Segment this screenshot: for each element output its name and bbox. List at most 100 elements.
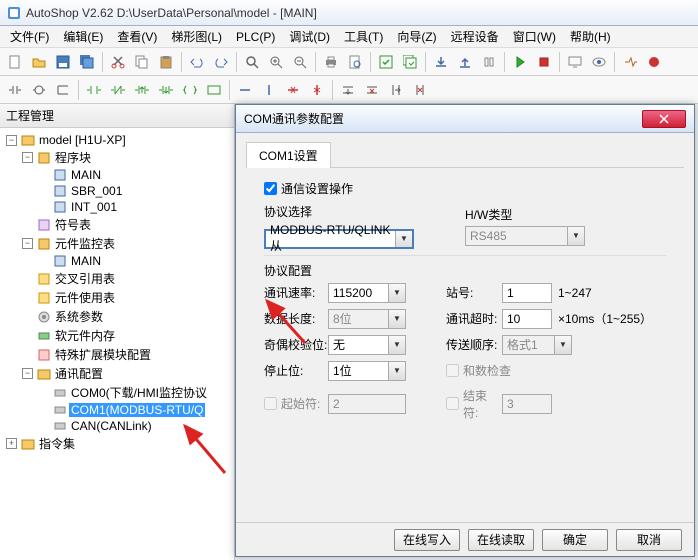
tb2-delete-row-icon[interactable]	[361, 79, 383, 101]
tree-usage[interactable]: 元件使用表	[22, 288, 232, 307]
tree-int[interactable]: INT_001	[38, 199, 232, 215]
tb-watch-icon[interactable]	[588, 51, 610, 73]
project-tree[interactable]: −model [H1U-XP] −程序块 MAIN SBR_001 INT_00…	[0, 128, 234, 560]
tb-monitor-icon[interactable]	[564, 51, 586, 73]
tb-cut-icon[interactable]	[107, 51, 129, 73]
separator	[370, 52, 371, 72]
tb-copy-icon[interactable]	[131, 51, 153, 73]
tb2-contact-icon[interactable]	[4, 79, 26, 101]
tree-sysparam[interactable]: 系统参数	[22, 307, 232, 326]
dialog-title: COM通讯参数配置	[244, 110, 642, 127]
tb-zoomin-icon[interactable]	[265, 51, 287, 73]
tree-softmem[interactable]: 软元件内存	[22, 326, 232, 345]
tb-undo-icon[interactable]	[186, 51, 208, 73]
cancel-button[interactable]: 取消	[616, 529, 682, 551]
stop-select[interactable]: 1位	[328, 361, 406, 381]
sumcheck-input	[446, 364, 459, 377]
menu-tools[interactable]: 工具(T)	[338, 26, 389, 47]
menu-window[interactable]: 窗口(W)	[507, 26, 562, 47]
separator	[229, 80, 230, 100]
tree-instructions[interactable]: +指令集	[6, 434, 232, 453]
timeout-input[interactable]: 10	[502, 309, 552, 329]
menu-remote[interactable]: 远程设备	[445, 26, 505, 47]
tb-step-icon[interactable]	[619, 51, 641, 73]
tb-compile-icon[interactable]	[375, 51, 397, 73]
tab-strip: COM1设置	[246, 141, 684, 168]
ok-button[interactable]: 确定	[542, 529, 608, 551]
menu-help[interactable]: 帮助(H)	[564, 26, 617, 47]
tb-redo-icon[interactable]	[210, 51, 232, 73]
tb2-nc-contact-icon[interactable]	[107, 79, 129, 101]
tree-main[interactable]: MAIN	[38, 167, 232, 183]
hw-type-select: RS485	[465, 226, 585, 246]
tree-program-block[interactable]: −程序块	[22, 148, 232, 167]
order-label: 传送顺序:	[446, 336, 502, 353]
separator	[504, 52, 505, 72]
tb2-falling-icon[interactable]	[155, 79, 177, 101]
tab-com1[interactable]: COM1设置	[246, 142, 331, 168]
tb-compare-icon[interactable]	[478, 51, 500, 73]
tb2-insert-row-icon[interactable]	[337, 79, 359, 101]
parity-select[interactable]: 无	[328, 335, 406, 355]
dialog-titlebar[interactable]: COM通讯参数配置	[236, 105, 694, 133]
tree-com1[interactable]: COM1(MODBUS-RTU/Q	[38, 402, 232, 418]
tree-can[interactable]: CAN(CANLink)	[38, 418, 232, 434]
tb2-coil-icon[interactable]	[28, 79, 50, 101]
tb-paste-icon[interactable]	[155, 51, 177, 73]
menu-ladder[interactable]: 梯形图(L)	[165, 26, 228, 47]
menu-plc[interactable]: PLC(P)	[230, 28, 281, 46]
menu-edit[interactable]: 编辑(E)	[57, 26, 109, 47]
endchar-input	[446, 397, 459, 410]
tb-run-icon[interactable]	[509, 51, 531, 73]
tb2-out-coil-icon[interactable]	[179, 79, 201, 101]
tb-find-icon[interactable]	[241, 51, 263, 73]
tb2-func-icon[interactable]	[203, 79, 225, 101]
station-input[interactable]: 1	[502, 283, 552, 303]
tree-monitor-main[interactable]: MAIN	[38, 253, 232, 269]
online-write-button[interactable]: 在线写入	[394, 529, 460, 551]
tree-extmod[interactable]: 特殊扩展模块配置	[22, 345, 232, 364]
tb-compileall-icon[interactable]	[399, 51, 421, 73]
dialog-footer: 在线写入 在线读取 确定 取消	[236, 522, 694, 556]
tree-root[interactable]: −model [H1U-XP]	[6, 132, 232, 148]
tb-download-icon[interactable]	[430, 51, 452, 73]
tb-new-icon[interactable]	[4, 51, 26, 73]
baud-select[interactable]: 115200	[328, 283, 406, 303]
online-read-button[interactable]: 在线读取	[468, 529, 534, 551]
tb-save-icon[interactable]	[52, 51, 74, 73]
tree-xref[interactable]: 交叉引用表	[22, 269, 232, 288]
protocol-select-label: 协议选择	[264, 203, 465, 220]
tree-sbr[interactable]: SBR_001	[38, 183, 232, 199]
tb-print-icon[interactable]	[320, 51, 342, 73]
tree-monitor[interactable]: −元件监控表	[22, 234, 232, 253]
tb-break-icon[interactable]	[643, 51, 665, 73]
tb2-del-hline-icon[interactable]	[282, 79, 304, 101]
close-button[interactable]	[642, 110, 686, 128]
menu-file[interactable]: 文件(F)	[4, 26, 55, 47]
order-select: 格式1	[502, 335, 572, 355]
tb-upload-icon[interactable]	[454, 51, 476, 73]
tb-saveall-icon[interactable]	[76, 51, 98, 73]
tb-stop-icon[interactable]	[533, 51, 555, 73]
tb-open-icon[interactable]	[28, 51, 50, 73]
tb2-del-vline-icon[interactable]	[306, 79, 328, 101]
tb2-hline-icon[interactable]	[234, 79, 256, 101]
tb-zoomout-icon[interactable]	[289, 51, 311, 73]
tb2-no-contact-icon[interactable]	[83, 79, 105, 101]
tb2-vline-icon[interactable]	[258, 79, 280, 101]
tb2-rising-icon[interactable]	[131, 79, 153, 101]
toolbar-1	[0, 48, 698, 76]
tb2-insert-col-icon[interactable]	[385, 79, 407, 101]
tb2-branch-icon[interactable]	[52, 79, 74, 101]
menu-wizard[interactable]: 向导(Z)	[391, 26, 442, 47]
tree-com0[interactable]: COM0(下载/HMI监控协议	[38, 383, 232, 402]
comm-enable-checkbox[interactable]: 通信设置操作	[264, 180, 666, 197]
protocol-select[interactable]: MODBUS-RTU/QLINK从	[264, 229, 414, 249]
tb-preview-icon[interactable]	[344, 51, 366, 73]
menu-view[interactable]: 查看(V)	[111, 26, 163, 47]
comm-enable-input[interactable]	[264, 182, 277, 195]
tb2-delete-col-icon[interactable]	[409, 79, 431, 101]
tree-comm[interactable]: −通讯配置	[22, 364, 232, 383]
menu-debug[interactable]: 调试(D)	[283, 26, 336, 47]
tree-symbol-table[interactable]: 符号表	[22, 215, 232, 234]
